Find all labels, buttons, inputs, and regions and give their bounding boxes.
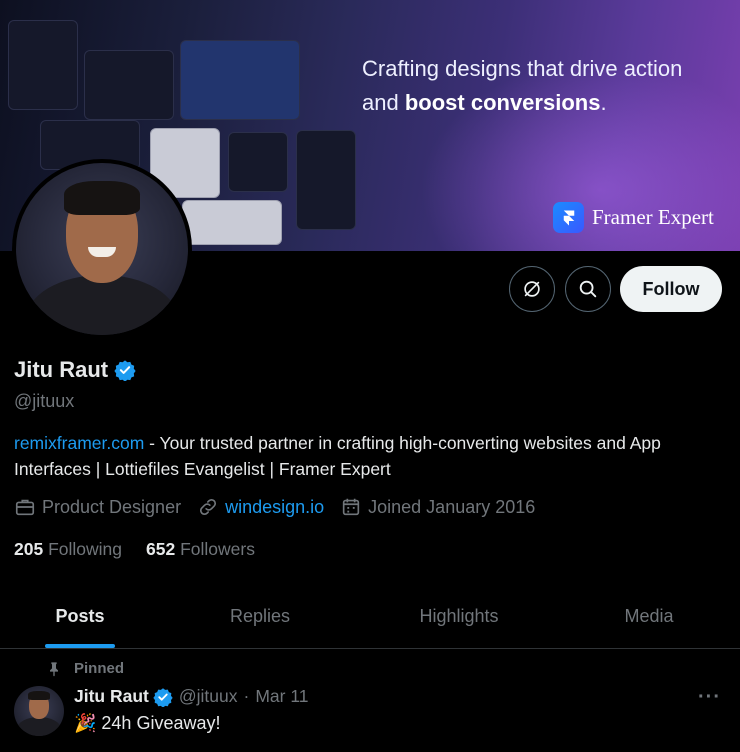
banner-mockup [182, 200, 282, 245]
profession-text: Product Designer [42, 496, 182, 517]
profile-bio: remixframer.com - Your trusted partner i… [14, 430, 729, 482]
profile-tabs: Posts Replies Highlights Media [0, 585, 740, 649]
verified-badge-icon[interactable] [153, 687, 173, 707]
search-button[interactable] [565, 266, 611, 312]
tab-media[interactable]: Media [558, 585, 740, 648]
tagline-line1: Crafting designs that drive action [362, 56, 683, 81]
avatar-shirt [26, 275, 178, 335]
followers-link[interactable]: 652 Followers [146, 539, 255, 560]
tagline-end: . [600, 90, 607, 115]
verified-badge-icon[interactable] [114, 359, 136, 381]
tab-highlights[interactable]: Highlights [360, 585, 558, 648]
follow-button[interactable]: Follow [620, 266, 722, 312]
pinned-indicator: Pinned [46, 660, 124, 677]
tagline-bold: boost conversions [404, 90, 601, 115]
post-header: Jitu Raut @jituux · Mar 11 [74, 686, 309, 707]
search-icon [579, 280, 597, 298]
banner-mockup [296, 130, 356, 230]
profile-name: Jitu Raut [14, 357, 109, 382]
profile-name-row: Jitu Raut [14, 357, 136, 383]
joined-item: Joined January 2016 [340, 496, 535, 518]
link-icon [200, 498, 217, 516]
profile-stats: 205 Following 652 Followers [14, 539, 255, 560]
pinned-label: Pinned [74, 660, 125, 677]
post-text: 🎉 24h Giveaway! [74, 713, 221, 733]
post-date[interactable]: Mar 11 [255, 686, 308, 707]
banner-mockup [180, 40, 300, 120]
avatar-image [16, 163, 188, 335]
profile-handle: @jituux [14, 391, 75, 411]
following-link[interactable]: 205 Following [14, 539, 122, 560]
tagline-and: and [362, 90, 399, 115]
followers-count: 652 [146, 539, 176, 559]
banner-tagline: Crafting designs that drive action and b… [362, 52, 732, 120]
banner-mockup [84, 50, 174, 120]
framer-expert-badge: Framer Expert [553, 202, 714, 233]
badge-text: Framer Expert [592, 205, 714, 229]
post-author-handle[interactable]: @jituux [179, 686, 238, 707]
website-link[interactable]: windesign.io [225, 497, 324, 518]
framer-logo-icon [553, 202, 584, 233]
post-avatar[interactable] [14, 686, 64, 736]
profile-meta: Product Designer windesign.io Joined Jan… [14, 496, 551, 518]
banner-mockup [8, 20, 78, 110]
post-author-name[interactable]: Jitu Raut [74, 686, 149, 707]
profile-avatar[interactable] [12, 159, 192, 339]
tab-replies[interactable]: Replies [160, 585, 360, 648]
bio-link[interactable]: remixframer.com [14, 433, 144, 453]
pin-icon [50, 661, 58, 676]
followers-label: Followers [180, 539, 255, 559]
following-label: Following [48, 539, 123, 559]
profession-item: Product Designer [14, 496, 181, 518]
post-avatar-hair [28, 691, 50, 700]
post-avatar-shirt [17, 717, 61, 736]
tab-posts[interactable]: Posts [0, 585, 160, 648]
more-options-icon[interactable]: ··· [698, 686, 721, 709]
joined-text: Joined January 2016 [368, 496, 536, 517]
avatar-hair [64, 181, 140, 215]
calendar-icon [342, 498, 360, 516]
banner-mockup [228, 132, 288, 192]
briefcase-icon [15, 499, 35, 516]
grok-button[interactable] [509, 266, 555, 312]
website-item: windesign.io [197, 496, 324, 518]
grok-icon [524, 281, 540, 297]
following-count: 205 [14, 539, 44, 559]
post-separator: · [243, 686, 250, 706]
